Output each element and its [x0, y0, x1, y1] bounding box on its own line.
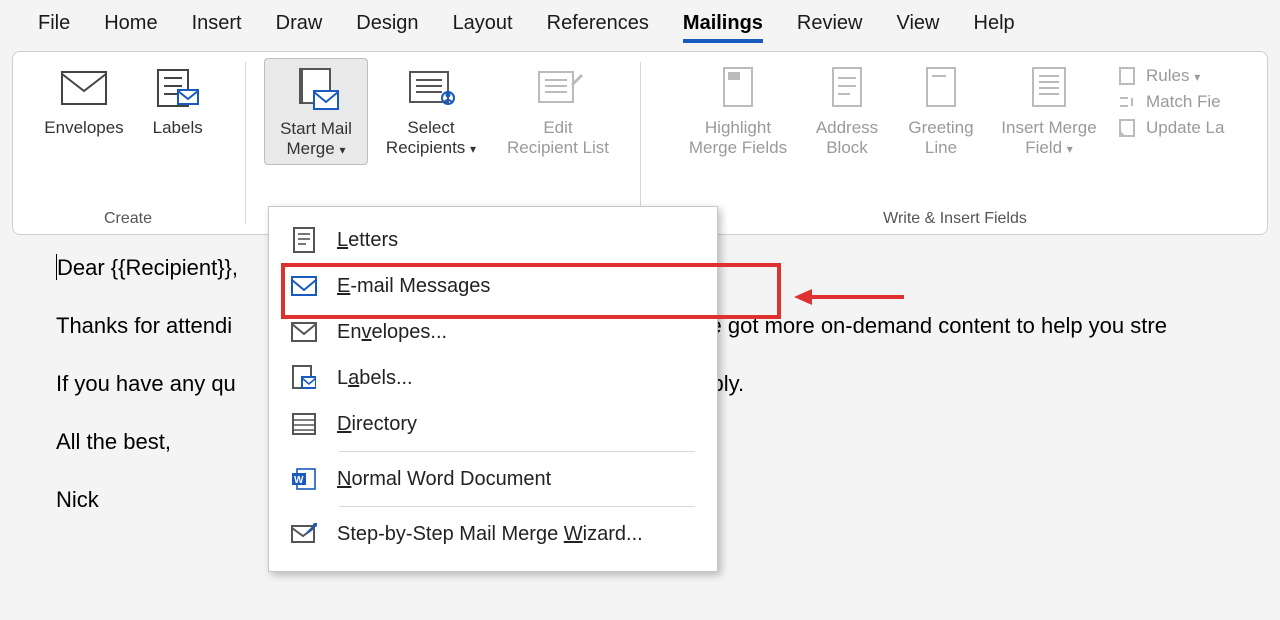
menu-separator: [339, 451, 695, 452]
edit-recipient-list-label: EditRecipient List: [507, 118, 609, 159]
menu-item-labels[interactable]: Labels...: [269, 355, 717, 401]
envelopes-label: Envelopes: [44, 118, 123, 138]
menu-item-envelopes[interactable]: Envelopes...: [269, 309, 717, 355]
tab-references[interactable]: References: [547, 12, 649, 43]
tab-file[interactable]: File: [38, 12, 70, 43]
rules-icon: [1118, 66, 1138, 86]
greeting-icon: [924, 64, 958, 112]
insert-field-icon: [1029, 64, 1069, 112]
recipients-icon: [406, 64, 456, 112]
menu-item-normal-doc[interactable]: W Normal Word Document: [269, 456, 717, 502]
greeting-line-label: GreetingLine: [908, 118, 973, 159]
labels-icon: [156, 64, 200, 112]
address-block-icon: [830, 64, 864, 112]
word-doc-icon: W: [291, 466, 317, 492]
greeting-line-button: GreetingLine: [896, 58, 986, 163]
tab-home[interactable]: Home: [104, 12, 157, 43]
tab-insert[interactable]: Insert: [192, 12, 242, 43]
ribbon-group-create: Envelopes Labels Create: [13, 52, 243, 234]
menu-item-email[interactable]: E-mail Messages: [269, 263, 717, 309]
menu-separator: [339, 506, 695, 507]
highlight-icon: [718, 64, 758, 112]
menu-item-letters[interactable]: Letters: [269, 217, 717, 263]
group-label-create: Create: [104, 210, 152, 228]
edit-recipient-list-button: EditRecipient List: [494, 58, 622, 163]
start-mail-merge-menu: Letters E-mail Messages Envelopes... Lab…: [268, 206, 718, 572]
insert-merge-field-button: Insert MergeField: [990, 58, 1108, 163]
menu-item-normal-label: Normal Word Document: [337, 468, 551, 491]
start-mail-merge-label: Start MailMerge: [280, 119, 352, 160]
update-icon: [1118, 118, 1138, 138]
tab-layout[interactable]: Layout: [453, 12, 513, 43]
update-labels-button: Update La: [1118, 118, 1226, 138]
write-small-commands: Rules Match Fie Update La: [1112, 58, 1232, 146]
directory-icon: [291, 411, 317, 437]
match-icon: [1118, 92, 1138, 112]
update-labels-label: Update La: [1146, 118, 1224, 138]
address-block-button: AddressBlock: [802, 58, 892, 163]
tab-mailings[interactable]: Mailings: [683, 12, 763, 43]
envelopes-button[interactable]: Envelopes: [36, 58, 131, 142]
menu-item-labels-label: Labels...: [337, 367, 413, 390]
start-mail-merge-button[interactable]: Start MailMerge: [264, 58, 368, 165]
highlight-merge-fields-button: HighlightMerge Fields: [678, 58, 798, 163]
mail-merge-icon: [292, 65, 340, 113]
rules-button: Rules: [1118, 66, 1226, 86]
ribbon-tabs: File Home Insert Draw Design Layout Refe…: [0, 0, 1280, 51]
tab-design[interactable]: Design: [356, 12, 418, 43]
labels-menu-icon: [291, 365, 317, 391]
menu-item-envelopes-label: Envelopes...: [337, 321, 447, 344]
match-fields-button: Match Fie: [1118, 92, 1226, 112]
envelope-menu-icon: [291, 319, 317, 345]
separator: [245, 62, 246, 224]
select-recipients-label: SelectRecipients: [386, 118, 476, 159]
menu-item-wizard[interactable]: Step-by-Step Mail Merge Wizard...: [269, 511, 717, 557]
ribbon-group-write: HighlightMerge Fields AddressBlock Greet…: [643, 52, 1267, 234]
select-recipients-button[interactable]: SelectRecipients: [372, 58, 490, 163]
labels-label: Labels: [153, 118, 203, 138]
rules-label: Rules: [1146, 66, 1200, 86]
tab-draw[interactable]: Draw: [276, 12, 323, 43]
email-icon: [291, 273, 317, 299]
tab-view[interactable]: View: [897, 12, 940, 43]
match-fields-label: Match Fie: [1146, 92, 1221, 112]
address-block-label: AddressBlock: [816, 118, 878, 159]
menu-item-directory[interactable]: Directory: [269, 401, 717, 447]
labels-button[interactable]: Labels: [136, 58, 220, 142]
menu-item-email-label: E-mail Messages: [337, 275, 490, 298]
highlight-label: HighlightMerge Fields: [689, 118, 787, 159]
menu-item-letters-label: Letters: [337, 229, 398, 252]
menu-item-wizard-label: Step-by-Step Mail Merge Wizard...: [337, 523, 643, 546]
menu-item-directory-label: Directory: [337, 413, 417, 436]
wizard-icon: [291, 521, 317, 547]
svg-text:W: W: [294, 475, 304, 486]
edit-list-icon: [533, 64, 583, 112]
envelope-icon: [61, 64, 107, 112]
separator: [640, 62, 641, 224]
insert-merge-field-label: Insert MergeField: [1001, 118, 1096, 159]
letters-icon: [291, 227, 317, 253]
tab-review[interactable]: Review: [797, 12, 863, 43]
tab-help[interactable]: Help: [974, 12, 1015, 43]
group-label-write: Write & Insert Fields: [883, 210, 1027, 228]
